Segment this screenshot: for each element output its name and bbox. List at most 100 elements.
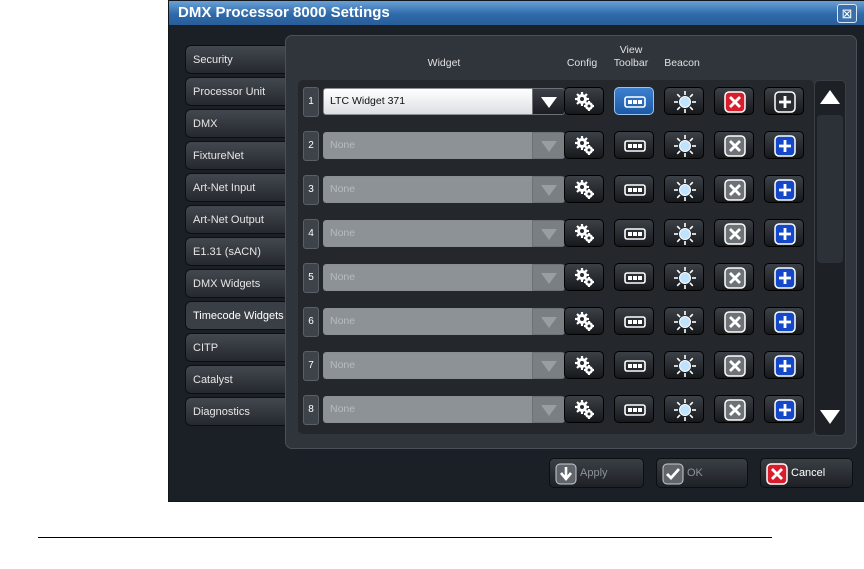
sidebar-tab-dmx-widgets[interactable]: DMX Widgets [185,269,285,298]
sidebar-tab-timecode-widgets[interactable]: Timecode Widgets [185,301,289,330]
sidebar-tab-catalyst[interactable]: Catalyst [185,365,285,394]
beacon-button[interactable] [664,219,704,247]
chevron-down-icon [541,141,557,152]
sidebar-tab-label: CITP [193,342,219,354]
remove-widget-button[interactable] [714,131,754,159]
view-toolbar-button[interactable] [614,175,654,203]
sidebar-tab-art-net-input[interactable]: Art-Net Input [185,173,285,202]
sidebar-tab-art-net-output[interactable]: Art-Net Output [185,205,285,234]
dropdown-arrow-button[interactable] [532,176,565,203]
beacon-button[interactable] [664,351,704,379]
apply-button[interactable]: Apply [549,458,644,488]
row-number: 3 [303,175,319,205]
chevron-down-icon [541,229,557,240]
add-widget-button[interactable] [764,175,804,203]
beacon-button[interactable] [664,307,704,335]
remove-widget-button[interactable] [714,175,754,203]
view-toolbar-button[interactable] [614,219,654,247]
widget-row: 8 None [298,391,814,427]
dropdown-arrow-button[interactable] [532,396,565,423]
remove-widget-button[interactable] [714,219,754,247]
config-button[interactable] [564,87,604,115]
config-button[interactable] [564,351,604,379]
widget-grid: 1 LTC Widget 371 2 None 3 None 4 None 5 None 6 None… [298,80,814,434]
remove-widget-button[interactable] [714,307,754,335]
widget-dropdown[interactable]: None [323,396,565,423]
config-button[interactable] [564,395,604,423]
remove-widget-button[interactable] [714,87,754,115]
add-widget-button[interactable] [764,219,804,247]
view-toolbar-button[interactable] [614,351,654,379]
add-widget-button[interactable] [764,351,804,379]
config-button[interactable] [564,307,604,335]
view-toolbar-button[interactable] [614,395,654,423]
sidebar-tab-e1-31-sacn[interactable]: E1.31 (sACN) [185,237,285,266]
widget-dropdown[interactable]: None [323,308,565,335]
widget-dropdown[interactable]: None [323,264,565,291]
add-widget-button[interactable] [764,307,804,335]
dropdown-arrow-button[interactable] [532,352,565,379]
widget-dropdown[interactable]: None [323,352,565,379]
sidebar-tab-processor-unit[interactable]: Processor Unit [185,77,285,106]
config-button[interactable] [564,131,604,159]
remove-widget-button[interactable] [714,395,754,423]
cancel-button[interactable]: Cancel [760,458,853,488]
add-widget-button[interactable] [764,87,804,115]
widget-row: 1 LTC Widget 371 [298,83,814,119]
widget-dropdown-value: None [323,352,533,379]
widget-dropdown-value: None [323,176,533,203]
dropdown-arrow-button[interactable] [532,220,565,247]
beacon-button[interactable] [664,395,704,423]
scrollbar[interactable] [814,80,846,436]
sidebar-tab-fixturenet[interactable]: FixtureNet [185,141,285,170]
sidebar-tab-label: Catalyst [193,374,233,386]
view-toolbar-button[interactable] [614,131,654,159]
widget-dropdown[interactable]: None [323,176,565,203]
config-button[interactable] [564,175,604,203]
window-title: DMX Processor 8000 Settings [178,4,390,21]
config-button[interactable] [564,219,604,247]
beacon-button[interactable] [664,263,704,291]
cancel-x-icon [766,463,788,485]
remove-widget-button[interactable] [714,263,754,291]
triangle-down-icon [820,410,840,424]
beacon-button[interactable] [664,87,704,115]
row-number: 6 [303,307,319,337]
sidebar-tab-dmx[interactable]: DMX [185,109,285,138]
sidebar-tab-security[interactable]: Security [185,45,285,74]
widget-dropdown[interactable]: None [323,220,565,247]
config-button[interactable] [564,263,604,291]
settings-sidebar: Security Processor Unit DMX FixtureNet Art-N… [185,45,289,429]
beacon-button[interactable] [664,175,704,203]
view-toolbar-button[interactable] [614,307,654,335]
widget-dropdown-value: None [323,132,533,159]
dropdown-arrow-button[interactable] [532,264,565,291]
dropdown-arrow-button[interactable] [532,132,565,159]
row-number: 4 [303,219,319,249]
scroll-down-button[interactable] [815,401,845,431]
row-number: 5 [303,263,319,293]
sidebar-tab-diagnostics[interactable]: Diagnostics [185,397,285,426]
add-widget-button[interactable] [764,263,804,291]
widget-dropdown[interactable]: LTC Widget 371 [323,88,565,115]
sidebar-tab-citp[interactable]: CITP [185,333,285,362]
widget-row: 2 None [298,127,814,163]
dropdown-arrow-button[interactable] [532,88,565,115]
chevron-down-icon [541,361,557,372]
check-icon [662,463,684,485]
chevron-down-icon [541,317,557,328]
close-button[interactable]: ⊠ [837,4,857,23]
widget-row: 3 None [298,171,814,207]
scroll-up-button[interactable] [815,83,845,113]
widget-dropdown[interactable]: None [323,132,565,159]
view-toolbar-button[interactable] [614,87,654,115]
scroll-thumb[interactable] [817,115,843,263]
ok-button[interactable]: OK [656,458,748,488]
add-widget-button[interactable] [764,395,804,423]
chevron-down-icon [541,185,557,196]
remove-widget-button[interactable] [714,351,754,379]
view-toolbar-button[interactable] [614,263,654,291]
beacon-button[interactable] [664,131,704,159]
dropdown-arrow-button[interactable] [532,308,565,335]
add-widget-button[interactable] [764,131,804,159]
